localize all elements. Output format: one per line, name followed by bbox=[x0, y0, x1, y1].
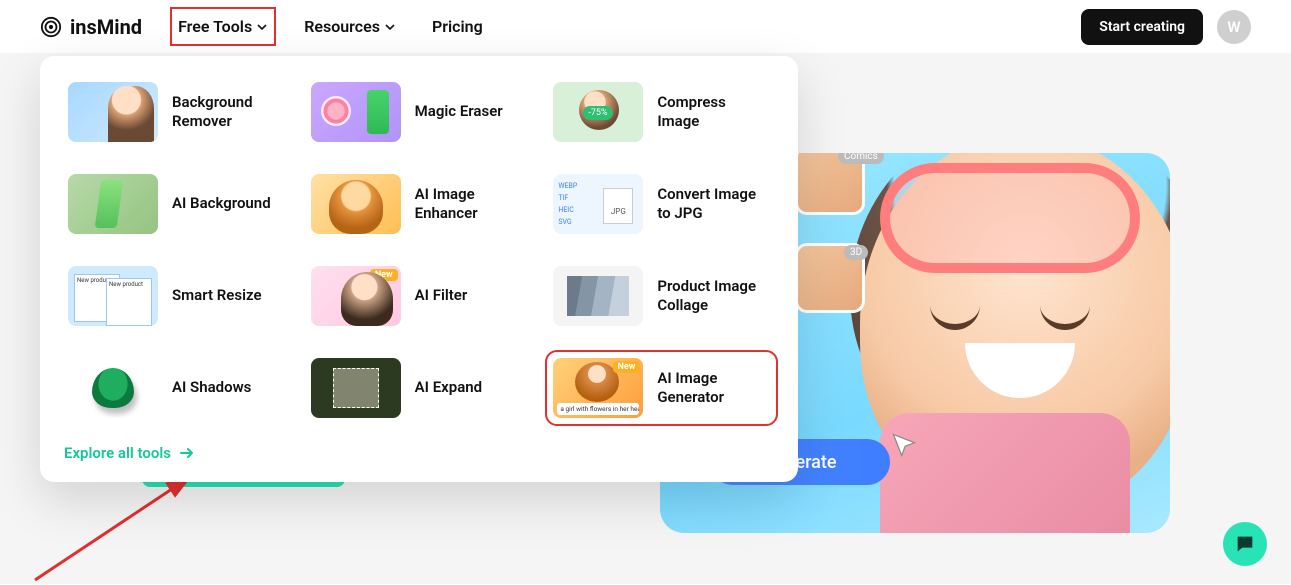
tool-background-remover[interactable]: Background Remover bbox=[64, 78, 289, 146]
tool-ai-shadows[interactable]: AI Shadows bbox=[64, 354, 289, 422]
tool-label: Compress Image bbox=[657, 93, 770, 132]
chevron-down-icon bbox=[256, 21, 268, 33]
logo-icon bbox=[40, 16, 62, 38]
tool-label: AI Image Generator bbox=[657, 369, 770, 408]
header: insMind Free Tools Resources Pricing Sta… bbox=[0, 0, 1291, 53]
new-badge: New bbox=[613, 361, 641, 373]
tool-thumb bbox=[311, 82, 401, 142]
tool-label: AI Shadows bbox=[172, 378, 251, 398]
brand-name: insMind bbox=[70, 15, 142, 39]
tool-thumb bbox=[68, 82, 158, 142]
tool-thumb bbox=[553, 82, 643, 142]
arrow-right-icon bbox=[179, 445, 195, 461]
tool-thumb: New bbox=[553, 358, 643, 418]
explore-all-tools-link[interactable]: Explore all tools bbox=[64, 444, 774, 462]
tool-label: Smart Resize bbox=[172, 286, 262, 306]
tool-thumb bbox=[311, 358, 401, 418]
hero-style-tag-1: Comics bbox=[838, 153, 884, 164]
tool-compress-image[interactable]: Compress Image bbox=[549, 78, 774, 146]
nav-pricing[interactable]: Pricing bbox=[426, 9, 489, 44]
chat-fab[interactable] bbox=[1223, 522, 1267, 566]
tool-ai-image-enhancer[interactable]: AI Image Enhancer bbox=[307, 170, 532, 238]
tool-label: AI Background bbox=[172, 194, 271, 214]
tool-thumb: New bbox=[311, 266, 401, 326]
tool-label: AI Filter bbox=[415, 286, 468, 306]
header-right: Start creating W bbox=[1081, 9, 1251, 45]
nav-resources-label: Resources bbox=[304, 17, 380, 36]
tool-ai-background[interactable]: AI Background bbox=[64, 170, 289, 238]
nav-free-tools[interactable]: Free Tools bbox=[172, 9, 274, 44]
logo[interactable]: insMind bbox=[40, 15, 142, 39]
tool-label: Product Image Collage bbox=[657, 277, 770, 316]
tool-convert-to-jpg[interactable]: Convert Image to JPG bbox=[549, 170, 774, 238]
tool-ai-expand[interactable]: AI Expand bbox=[307, 354, 532, 422]
tool-label: AI Expand bbox=[415, 378, 482, 398]
nav-resources[interactable]: Resources bbox=[298, 9, 402, 44]
avatar[interactable]: W bbox=[1217, 10, 1251, 44]
tool-label: AI Image Enhancer bbox=[415, 185, 528, 224]
tool-thumb bbox=[68, 266, 158, 326]
tool-thumb bbox=[553, 266, 643, 326]
tool-magic-eraser[interactable]: Magic Eraser bbox=[307, 78, 532, 146]
tool-thumb bbox=[68, 358, 158, 418]
nav-pricing-label: Pricing bbox=[432, 17, 483, 36]
tool-ai-image-generator[interactable]: New AI Image Generator bbox=[549, 354, 774, 422]
explore-label: Explore all tools bbox=[64, 444, 171, 462]
cursor-icon bbox=[890, 431, 918, 459]
start-creating-button[interactable]: Start creating bbox=[1081, 9, 1203, 45]
tool-smart-resize[interactable]: Smart Resize bbox=[64, 262, 289, 330]
chevron-down-icon bbox=[384, 21, 396, 33]
tool-product-image-collage[interactable]: Product Image Collage bbox=[549, 262, 774, 330]
tool-label: Background Remover bbox=[172, 93, 285, 132]
dropdown-grid: Background Remover Magic Eraser Compress… bbox=[64, 78, 774, 422]
nav-free-tools-label: Free Tools bbox=[178, 17, 252, 36]
tool-ai-filter[interactable]: New AI Filter bbox=[307, 262, 532, 330]
hero-illustration-goggles bbox=[880, 163, 1140, 273]
new-badge: New bbox=[370, 269, 398, 281]
tool-thumb bbox=[68, 174, 158, 234]
free-tools-dropdown: Background Remover Magic Eraser Compress… bbox=[40, 56, 798, 482]
tool-thumb bbox=[311, 174, 401, 234]
chat-icon bbox=[1234, 533, 1256, 555]
tool-thumb bbox=[553, 174, 643, 234]
tool-label: Magic Eraser bbox=[415, 102, 503, 122]
hero-illustration-eyes bbox=[930, 298, 1090, 328]
tool-label: Convert Image to JPG bbox=[657, 185, 770, 224]
hero-style-tag-2: 3D bbox=[844, 245, 868, 260]
main-nav: Free Tools Resources Pricing bbox=[172, 9, 489, 44]
